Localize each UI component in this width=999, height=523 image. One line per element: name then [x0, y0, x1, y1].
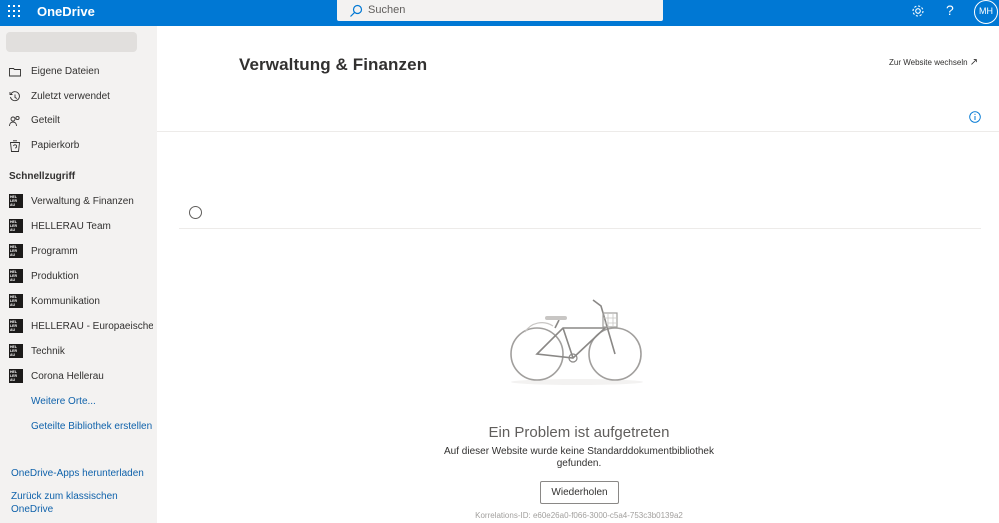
more-places-link[interactable]: Weitere Orte...	[31, 396, 96, 407]
nav-item-eigene-dateien[interactable]: Eigene Dateien	[0, 62, 157, 84]
bicycle-illustration-icon	[510, 299, 643, 385]
app-name[interactable]: OneDrive	[37, 4, 95, 19]
quick-access-label: HELLERAU - Europaeische...	[31, 321, 153, 332]
error-description: Auf dieser Website wurde keine Standardd…	[429, 446, 729, 470]
site-logo-icon: HEL LER AU	[9, 269, 23, 283]
select-all-radio[interactable]	[189, 206, 202, 219]
quick-access-item[interactable]: HEL LER AU Produktion	[0, 267, 157, 289]
quick-access-label: Corona Hellerau	[31, 371, 104, 382]
quick-access-item[interactable]: HEL LER AU Verwaltung & Finanzen	[0, 192, 157, 214]
quick-access-label: Technik	[31, 346, 65, 357]
open-external-icon: ↗	[969, 57, 979, 68]
header-divider	[157, 131, 999, 132]
avatar[interactable]: MH	[974, 0, 998, 24]
top-bar: OneDrive Suchen ? MH	[0, 0, 999, 26]
site-logo-icon: HEL LER AU	[9, 219, 23, 233]
quick-access-title: Schnellzugriff	[9, 171, 76, 182]
site-logo-icon: HEL LER AU	[9, 244, 23, 258]
search-box[interactable]: Suchen	[337, 0, 663, 21]
site-logo-icon: HEL LER AU	[9, 369, 23, 383]
quick-access-item[interactable]: HEL LER AU Kommunikation	[0, 292, 157, 314]
quick-access-item[interactable]: HEL LER AU HELLERAU Team	[0, 217, 157, 239]
nav-item-label: Geteilt	[31, 115, 60, 126]
quick-access-label: Kommunikation	[31, 296, 100, 307]
nav-item-label: Zuletzt verwendet	[31, 91, 110, 102]
nav-item-geteilt[interactable]: Geteilt	[0, 111, 157, 133]
site-logo-icon: HEL LER AU	[9, 344, 23, 358]
info-icon[interactable]	[969, 111, 981, 123]
switch-to-site-link[interactable]: Zur Website wechseln ↗	[889, 57, 978, 68]
quick-access-label: Verwaltung & Finanzen	[31, 196, 134, 207]
sidebar: Eigene Dateien Zuletzt verwendet Geteilt…	[0, 26, 157, 523]
account-name-placeholder	[6, 32, 137, 52]
nav-item-label: Papierkorb	[31, 140, 80, 151]
site-logo-icon: HEL LER AU	[9, 194, 23, 208]
site-logo-icon: HEL LER AU	[9, 294, 23, 308]
app-launcher-icon[interactable]	[6, 3, 22, 19]
list-header-divider	[179, 228, 981, 229]
nav-item-zuletzt-verwendet[interactable]: Zuletzt verwendet	[0, 87, 157, 109]
error-description-line1: Auf dieser Website wurde keine Standardd…	[444, 446, 714, 457]
correlation-id: Korrelations-ID: e60e26a0-f066-3000-c5a4…	[475, 511, 683, 520]
error-description-line2: gefunden.	[556, 458, 602, 469]
quick-access-label: HELLERAU Team	[31, 221, 111, 232]
quick-access-item[interactable]: HEL LER AU Corona Hellerau	[0, 367, 157, 389]
search-input[interactable]: Suchen	[368, 4, 405, 16]
folder-icon	[9, 68, 21, 77]
quick-access-label: Programm	[31, 246, 78, 257]
quick-access-item[interactable]: HEL LER AU Technik	[0, 342, 157, 364]
recycle-bin-icon	[9, 140, 21, 152]
switch-to-site-label: Zur Website wechseln	[889, 58, 968, 67]
download-apps-link[interactable]: OneDrive-Apps herunterladen	[11, 468, 144, 479]
quick-access-item[interactable]: HEL LER AU Programm	[0, 242, 157, 264]
back-to-classic-link-line2[interactable]: OneDrive	[11, 504, 53, 515]
history-icon	[9, 91, 20, 102]
people-icon	[9, 115, 20, 127]
site-logo-icon: HEL LER AU	[9, 319, 23, 333]
quick-access-label: Produktion	[31, 271, 79, 282]
page-title: Verwaltung & Finanzen	[239, 55, 428, 74]
quick-access-item[interactable]: HEL LER AU HELLERAU - Europaeische...	[0, 317, 157, 339]
back-to-classic-link-line1[interactable]: Zurück zum klassischen	[11, 491, 118, 502]
help-icon[interactable]: ?	[946, 2, 954, 18]
settings-gear-icon[interactable]	[910, 3, 926, 19]
search-icon	[350, 4, 363, 17]
nav-item-label: Eigene Dateien	[31, 66, 100, 77]
nav-item-papierkorb[interactable]: Papierkorb	[0, 136, 157, 158]
create-library-link[interactable]: Geteilte Bibliothek erstellen	[31, 421, 152, 432]
error-title: Ein Problem ist aufgetreten	[488, 424, 670, 441]
retry-button[interactable]: Wiederholen	[540, 481, 619, 504]
